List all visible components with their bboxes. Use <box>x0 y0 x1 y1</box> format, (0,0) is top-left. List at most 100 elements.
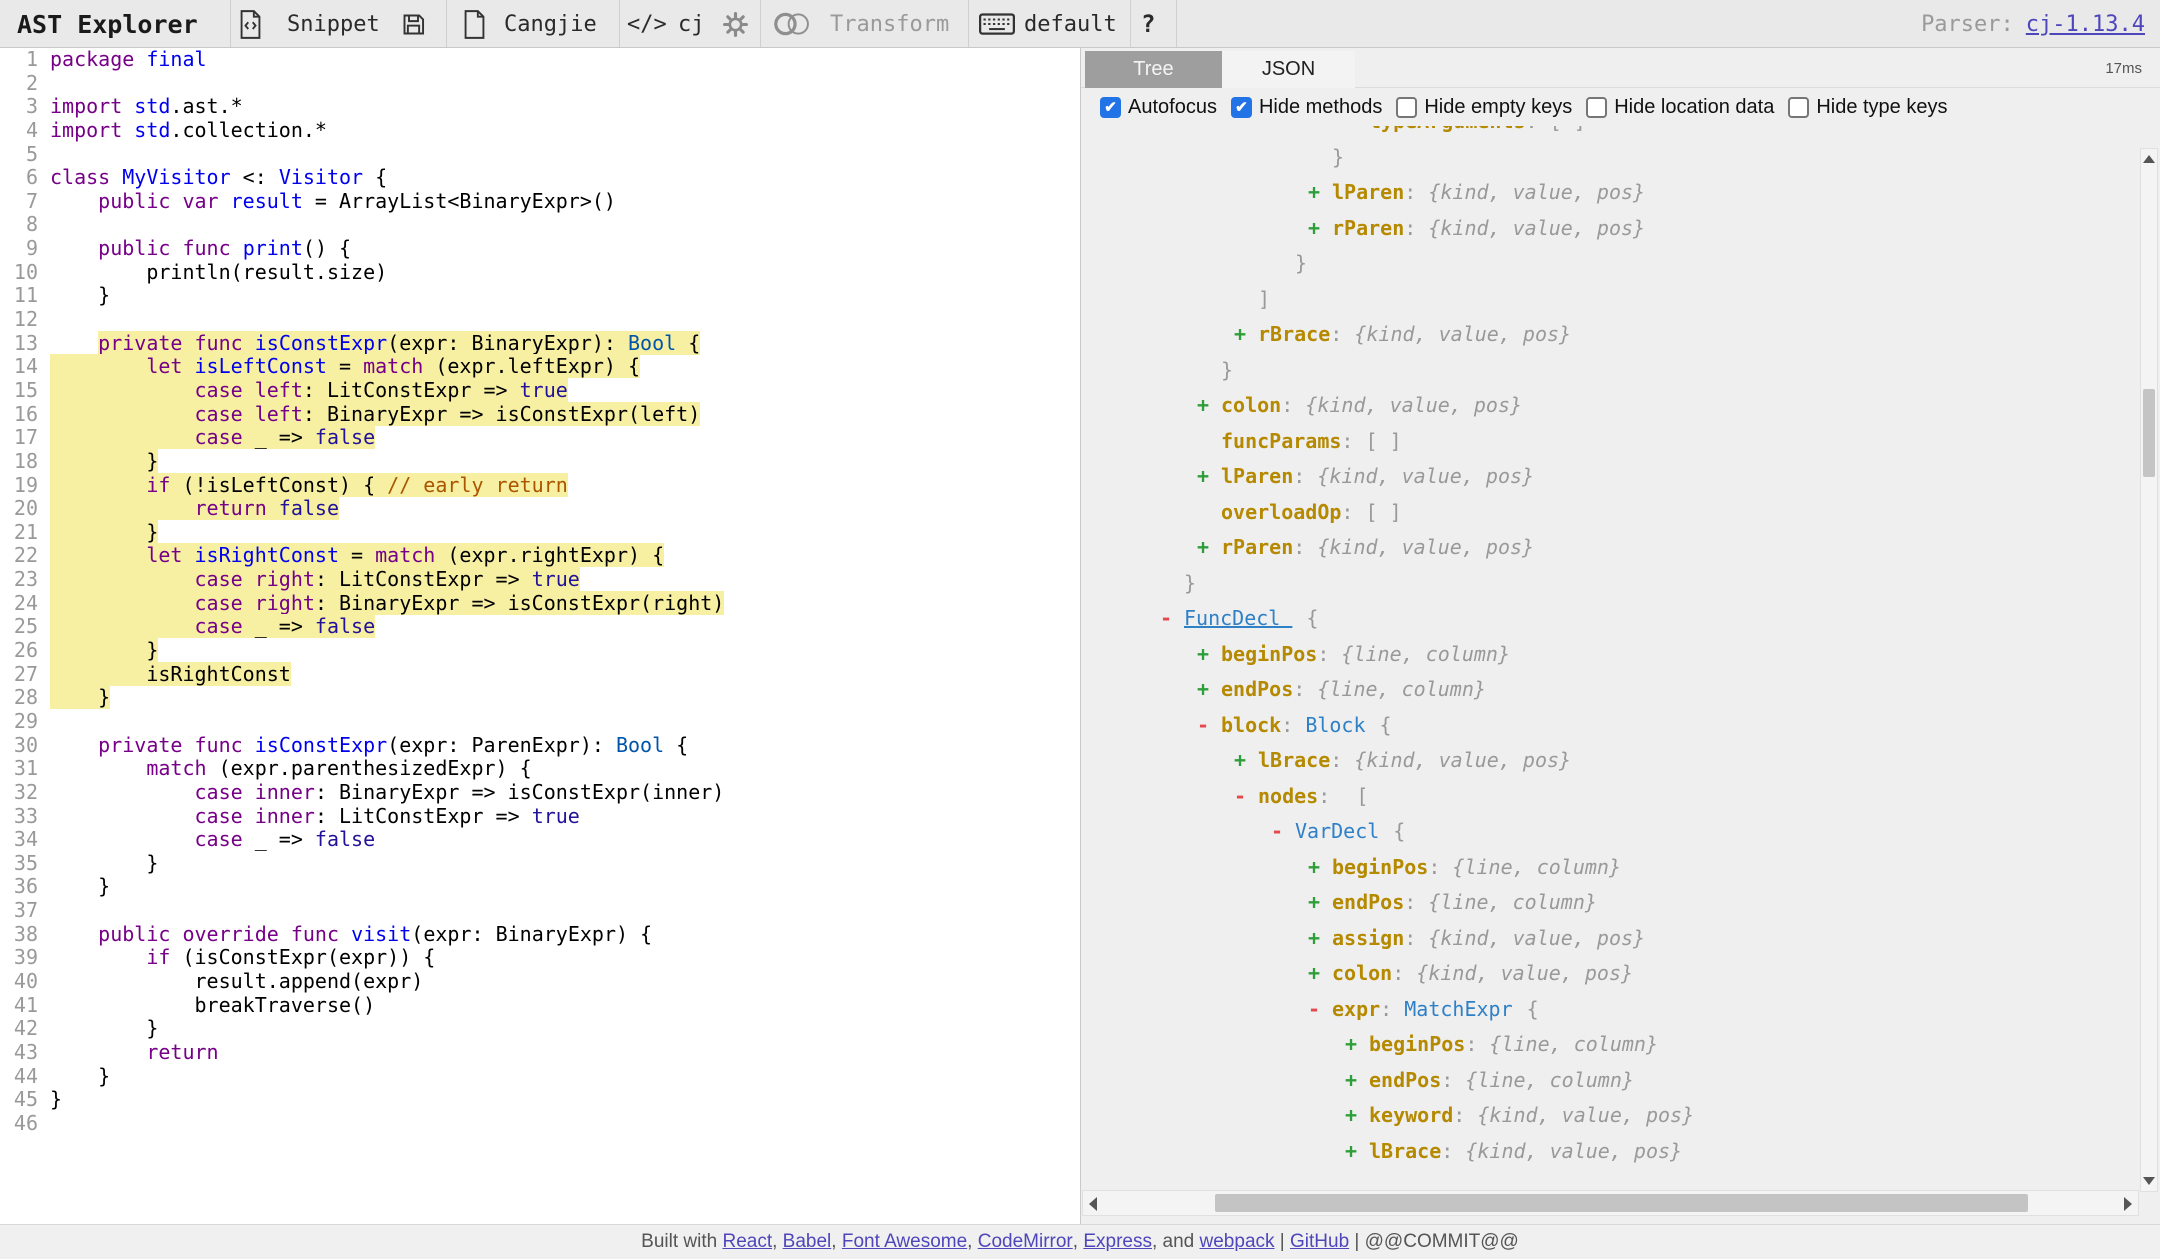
expand-icon[interactable]: + <box>1308 885 1332 921</box>
expand-icon[interactable]: + <box>1197 637 1221 673</box>
save-icon[interactable] <box>400 0 427 48</box>
expand-icon[interactable]: + <box>1308 850 1332 886</box>
expand-icon[interactable]: + <box>1308 921 1332 957</box>
tree-key: lBrace <box>1258 748 1330 772</box>
line-number: 37 <box>0 899 50 923</box>
option-autofocus[interactable]: ✔Autofocus <box>1100 96 1217 119</box>
vertical-scrollbar[interactable] <box>2140 148 2158 1192</box>
expand-icon[interactable]: + <box>1308 211 1332 247</box>
tree-key: lParen <box>1332 180 1404 204</box>
expand-icon[interactable]: + <box>1345 1098 1369 1134</box>
toolbar-separator <box>446 0 447 47</box>
node-type-link[interactable]: Block <box>1305 713 1365 737</box>
expand-icon[interactable]: + <box>1234 743 1258 779</box>
line-number: 7 <box>0 190 50 214</box>
code-line: 42 } <box>0 1017 1080 1041</box>
tab-json[interactable]: JSON <box>1222 51 1355 88</box>
code-line: 25 case _ => false <box>0 615 1080 639</box>
tree-close-bracket: } <box>1221 358 1233 382</box>
checkbox-checked-icon[interactable]: ✔ <box>1100 97 1121 118</box>
code-editor[interactable]: 1package final23import std.ast.*4import … <box>0 48 1081 1224</box>
line-number: 40 <box>0 970 50 994</box>
footer-link[interactable]: Babel <box>783 1231 832 1253</box>
tree-row: +beginPos: {line, column} <box>1081 850 2160 886</box>
line-number: 43 <box>0 1041 50 1065</box>
tree-colon: : <box>1453 1103 1477 1127</box>
scroll-down-arrow-icon[interactable] <box>2143 1177 2155 1185</box>
expand-icon[interactable]: + <box>1308 956 1332 992</box>
snippet-button[interactable]: Snippet <box>287 0 380 48</box>
footer-link[interactable]: webpack <box>1200 1231 1275 1253</box>
scroll-right-arrow-icon[interactable] <box>2124 1197 2132 1211</box>
node-type-link[interactable]: FuncDecl <box>1184 606 1292 630</box>
tree-colon: : <box>1465 1032 1489 1056</box>
tree-colon: : <box>1341 500 1365 524</box>
collapse-icon[interactable]: - <box>1197 708 1221 744</box>
code-line: 5 <box>0 143 1080 167</box>
footer-link[interactable]: Font Awesome <box>842 1231 967 1253</box>
tree-row: +beginPos: {line, column} <box>1081 637 2160 673</box>
footer-text: , and <box>1152 1231 1200 1253</box>
code-line: 28 } <box>0 686 1080 710</box>
node-type-link[interactable]: VarDecl <box>1295 819 1379 843</box>
scroll-left-arrow-icon[interactable] <box>1089 1197 1097 1211</box>
option-hide-location-data[interactable]: Hide location data <box>1586 96 1774 119</box>
node-type-link[interactable]: MatchExpr <box>1404 997 1512 1021</box>
parser-short-label[interactable]: cj <box>678 0 705 48</box>
line-number: 38 <box>0 923 50 947</box>
help-button[interactable]: ? <box>1141 0 1155 48</box>
parser-version-link[interactable]: cj-1.13.4 <box>2026 12 2145 37</box>
expand-icon[interactable]: + <box>1197 459 1221 495</box>
tree-key: rBrace <box>1258 322 1330 346</box>
line-number: 9 <box>0 237 50 261</box>
transform-button[interactable]: Transform <box>830 0 949 48</box>
tree-key: colon <box>1332 961 1392 985</box>
tree-row: -FuncDecl { <box>1081 601 2160 637</box>
gear-icon[interactable] <box>722 0 749 48</box>
file-icon[interactable] <box>462 0 487 48</box>
language-button[interactable]: Cangjie <box>504 0 597 48</box>
footer-text: , <box>967 1231 978 1253</box>
vertical-scrollbar-thumb[interactable] <box>2143 389 2155 477</box>
horizontal-scrollbar-thumb[interactable] <box>1215 1194 2028 1212</box>
line-number: 27 <box>0 663 50 687</box>
expand-icon[interactable]: + <box>1345 1134 1369 1170</box>
tree-colon: : <box>1293 464 1317 488</box>
tree-row: +lParen: {kind, value, pos} <box>1081 175 2160 211</box>
snippet-file-code-icon[interactable] <box>238 0 263 48</box>
tree-row: +rParen: {kind, value, pos} <box>1081 211 2160 247</box>
collapse-icon[interactable]: - <box>1308 992 1332 1028</box>
keyboard-icon[interactable] <box>979 0 1015 48</box>
option-hide-type-keys[interactable]: Hide type keys <box>1788 96 1947 119</box>
expand-icon[interactable]: + <box>1197 388 1221 424</box>
checkbox-unchecked-icon[interactable] <box>1396 97 1417 118</box>
expand-icon[interactable]: + <box>1308 175 1332 211</box>
footer-link[interactable]: Express <box>1083 1231 1152 1253</box>
checkbox-unchecked-icon[interactable] <box>1788 97 1809 118</box>
tree-row: -block: Block{ <box>1081 708 2160 744</box>
footer-link[interactable]: CodeMirror <box>978 1231 1073 1253</box>
collapse-icon[interactable]: - <box>1160 601 1184 637</box>
footer-link[interactable]: GitHub <box>1290 1231 1349 1253</box>
expand-icon[interactable]: + <box>1197 672 1221 708</box>
option-hide-methods[interactable]: ✔Hide methods <box>1231 96 1382 119</box>
code-line: 37 <box>0 899 1080 923</box>
expand-icon[interactable]: + <box>1345 1063 1369 1099</box>
scroll-up-arrow-icon[interactable] <box>2143 155 2155 163</box>
collapsed-summary: {kind, value, pos} <box>1317 535 1534 559</box>
expand-icon[interactable]: + <box>1345 1027 1369 1063</box>
tab-tree[interactable]: Tree <box>1085 51 1222 88</box>
expand-icon[interactable]: + <box>1197 530 1221 566</box>
transform-toggle-icon[interactable] <box>771 0 817 48</box>
footer-link[interactable]: React <box>722 1231 772 1253</box>
collapse-icon[interactable]: - <box>1271 814 1295 850</box>
option-hide-empty-keys[interactable]: Hide empty keys <box>1396 96 1572 119</box>
expand-icon[interactable]: + <box>1234 317 1258 353</box>
code-line: 27 isRightConst <box>0 663 1080 687</box>
checkbox-checked-icon[interactable]: ✔ <box>1231 97 1252 118</box>
tree-key: beginPos <box>1369 1032 1465 1056</box>
checkbox-unchecked-icon[interactable] <box>1586 97 1607 118</box>
collapse-icon[interactable]: - <box>1234 779 1258 815</box>
keymap-button[interactable]: default <box>1024 0 1117 48</box>
horizontal-scrollbar[interactable] <box>1082 1190 2139 1216</box>
